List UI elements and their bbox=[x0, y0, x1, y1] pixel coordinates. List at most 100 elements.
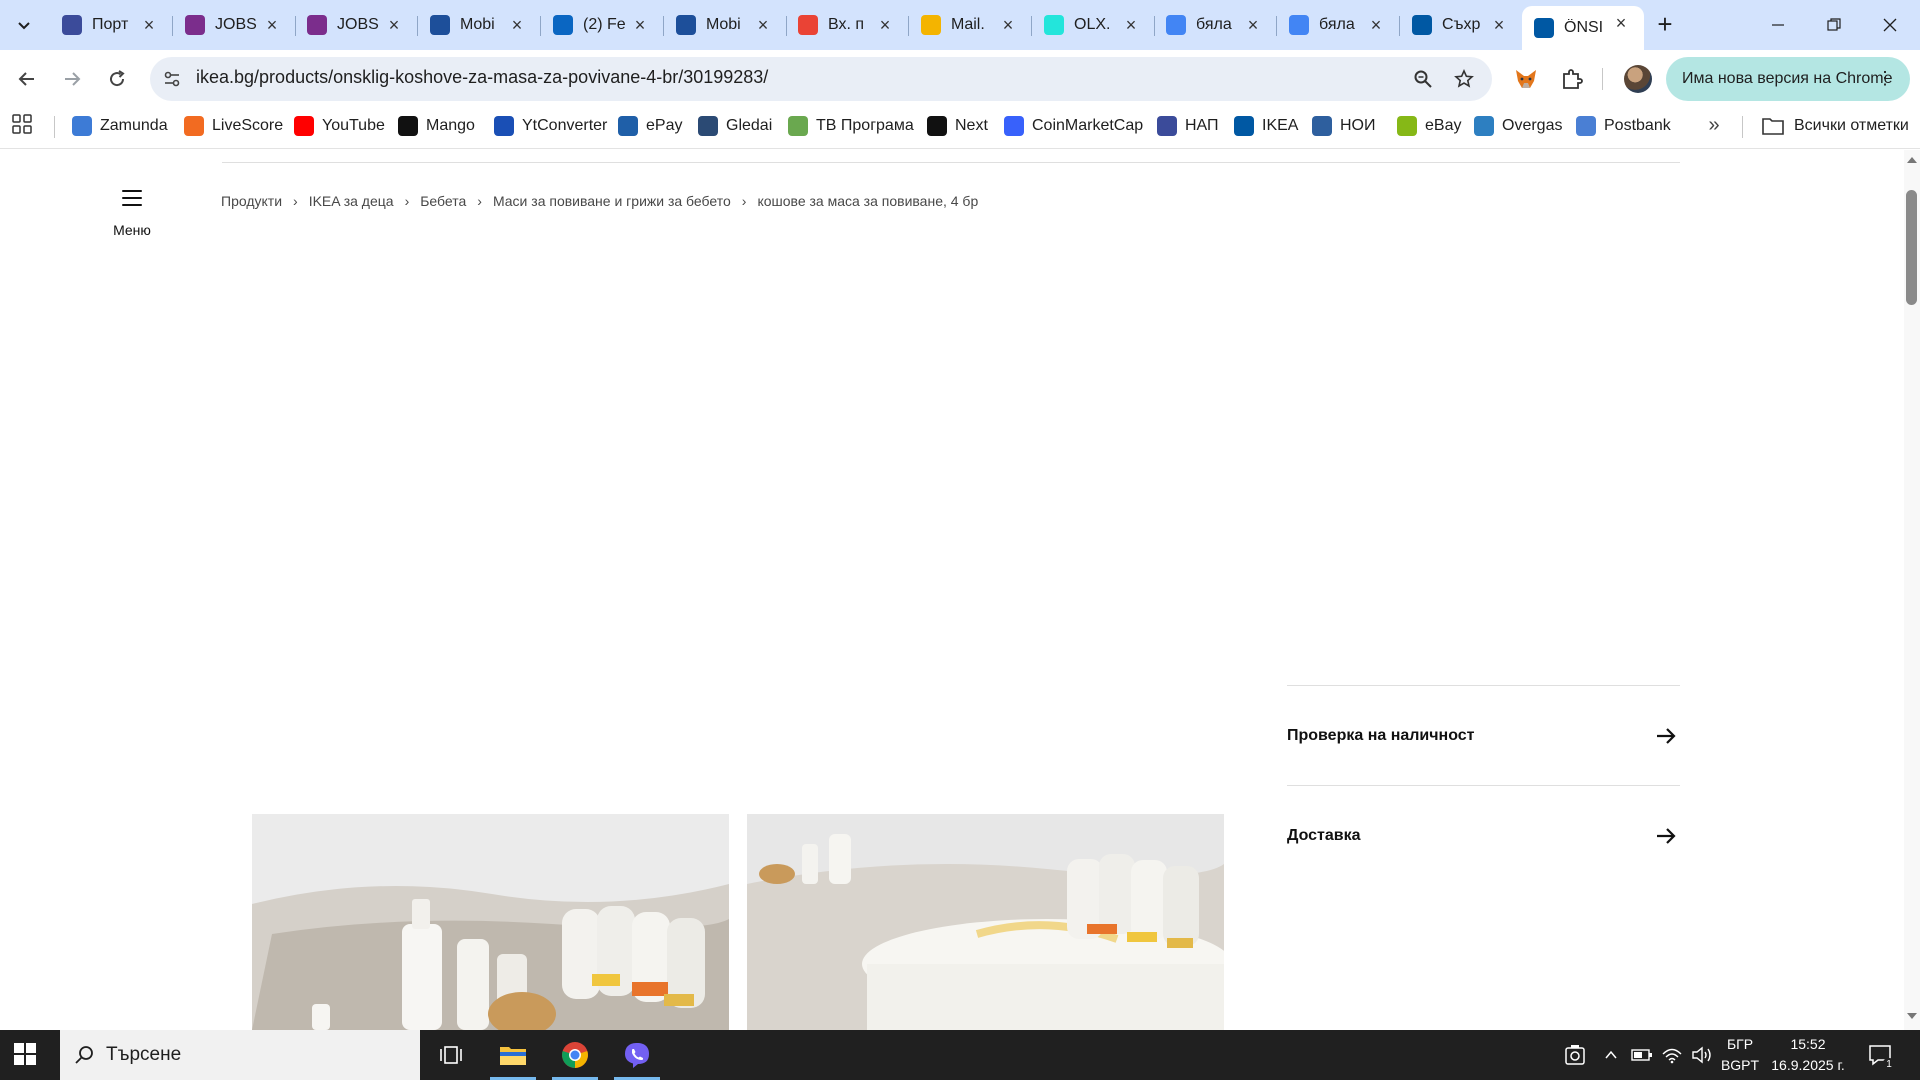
browser-tab[interactable]: OLX. × bbox=[1032, 8, 1155, 42]
close-icon[interactable]: × bbox=[1122, 16, 1140, 34]
bookmark-postbank[interactable]: Postbank bbox=[1576, 114, 1671, 138]
browser-tab[interactable]: Порт × bbox=[50, 8, 173, 42]
url-text[interactable]: ikea.bg/products/onsklig-koshove-za-masa… bbox=[196, 67, 768, 88]
close-icon[interactable]: × bbox=[999, 16, 1017, 34]
network-tray-icon[interactable] bbox=[1660, 1043, 1684, 1067]
browser-tab[interactable]: Mobi × bbox=[418, 8, 541, 42]
browser-tab[interactable]: JOBS. × bbox=[173, 8, 296, 42]
viber-taskbar-button[interactable] bbox=[610, 1030, 664, 1080]
taskbar-search-box[interactable]: Търсене bbox=[60, 1030, 420, 1080]
keyboard-layout[interactable]: BGPT bbox=[1718, 1057, 1762, 1073]
scroll-up-arrow[interactable] bbox=[1904, 152, 1920, 166]
close-icon[interactable]: × bbox=[1612, 14, 1630, 32]
start-button[interactable] bbox=[14, 1043, 38, 1067]
close-icon[interactable]: × bbox=[140, 16, 158, 34]
bookmark-youtube[interactable]: YouTube bbox=[294, 114, 385, 138]
input-language[interactable]: БГР bbox=[1718, 1036, 1762, 1052]
bookmark-ebay[interactable]: eBay bbox=[1397, 114, 1461, 138]
breadcrumb-changing-tables[interactable]: Маси за повиване и грижи за бебето bbox=[493, 193, 731, 209]
zamunda-icon bbox=[72, 116, 92, 136]
bookmark-nap[interactable]: НАП bbox=[1157, 114, 1219, 138]
more-bookmarks-button[interactable]: » bbox=[1702, 114, 1726, 138]
ytconverter-icon bbox=[494, 116, 514, 136]
browser-tab[interactable]: Съхр × bbox=[1400, 8, 1522, 42]
forward-button[interactable] bbox=[55, 62, 89, 96]
chrome-update-button[interactable]: Има нова версия на Chrome ⋮ bbox=[1666, 57, 1910, 101]
tray-app-icon[interactable] bbox=[1563, 1043, 1587, 1067]
close-icon[interactable]: × bbox=[631, 16, 649, 34]
bookmark-zamunda[interactable]: Zamunda bbox=[72, 114, 168, 138]
tab-title: Mobi bbox=[706, 16, 741, 33]
bookmark-coinmarketcap[interactable]: CoinMarketCap bbox=[1004, 114, 1143, 138]
task-view-button[interactable] bbox=[424, 1030, 478, 1080]
linkedin-icon bbox=[553, 15, 573, 35]
close-icon[interactable]: × bbox=[1244, 16, 1262, 34]
clock-time[interactable]: 15:52 bbox=[1768, 1036, 1848, 1052]
bookmark-livescore[interactable]: LiveScore bbox=[184, 114, 283, 138]
delivery-label: Доставка bbox=[1287, 826, 1361, 844]
browser-tab[interactable]: JOBS. × bbox=[295, 8, 418, 42]
volume-tray-icon[interactable] bbox=[1690, 1043, 1714, 1067]
browser-tab[interactable]: Mobi × bbox=[664, 8, 787, 42]
browser-tab[interactable]: Mail. × bbox=[909, 8, 1032, 42]
close-icon[interactable]: × bbox=[1490, 16, 1508, 34]
product-image-1[interactable] bbox=[252, 814, 729, 1030]
back-button[interactable] bbox=[10, 62, 44, 96]
bookmark-overgas[interactable]: Overgas bbox=[1474, 114, 1562, 138]
product-image-2[interactable] bbox=[747, 814, 1224, 1030]
close-icon[interactable]: × bbox=[1367, 16, 1385, 34]
browser-tab[interactable]: Вх. п × bbox=[786, 8, 909, 42]
bookmark-mango[interactable]: Mango bbox=[398, 114, 475, 138]
browser-tab[interactable]: (2) Fe × bbox=[541, 8, 664, 42]
bookmark-ytconverter[interactable]: YtConverter bbox=[494, 114, 607, 138]
close-icon[interactable]: × bbox=[263, 16, 281, 34]
bookmark-epay[interactable]: ePay bbox=[618, 114, 682, 138]
bookmark-label: НОИ bbox=[1340, 117, 1376, 134]
delivery-link[interactable]: Доставка bbox=[1287, 785, 1680, 885]
browser-tab[interactable]: бяла × bbox=[1154, 8, 1277, 42]
restore-button[interactable] bbox=[1814, 10, 1854, 40]
bookmark-noi[interactable]: НОИ bbox=[1312, 114, 1376, 138]
reload-button[interactable] bbox=[100, 62, 134, 96]
menu-button[interactable]: Меню bbox=[110, 190, 154, 260]
profile-avatar[interactable] bbox=[1624, 65, 1652, 93]
show-hidden-icons-button[interactable] bbox=[1599, 1043, 1623, 1067]
all-bookmarks-button[interactable]: Всички отметки bbox=[1762, 114, 1909, 138]
chrome-taskbar-button[interactable] bbox=[548, 1030, 602, 1080]
breadcrumb-ikea-kids[interactable]: IKEA за деца bbox=[309, 193, 394, 209]
close-icon[interactable]: × bbox=[754, 16, 772, 34]
minimize-button[interactable] bbox=[1758, 10, 1798, 40]
metamask-extension-button[interactable] bbox=[1510, 63, 1542, 95]
bookmark-ikea[interactable]: IKEA bbox=[1234, 114, 1298, 138]
noi-icon bbox=[1312, 116, 1332, 136]
clock-date[interactable]: 16.9.2025 г. bbox=[1768, 1057, 1848, 1073]
bookmark-tv[interactable]: Gledai bbox=[698, 114, 772, 138]
file-explorer-button[interactable] bbox=[486, 1030, 540, 1080]
breadcrumb-babies[interactable]: Бебета bbox=[420, 193, 466, 209]
more-vert-icon[interactable]: ⋮ bbox=[1876, 68, 1894, 88]
breadcrumb-products[interactable]: Продукти bbox=[221, 193, 282, 209]
new-tab-button[interactable]: + bbox=[1650, 10, 1680, 40]
apps-button[interactable] bbox=[12, 114, 36, 138]
scroll-down-arrow[interactable] bbox=[1904, 1010, 1920, 1024]
bookmark-star-button[interactable] bbox=[1450, 65, 1478, 93]
jobs-icon bbox=[307, 15, 327, 35]
tab-search-button[interactable] bbox=[9, 10, 39, 40]
zoom-button[interactable] bbox=[1409, 65, 1437, 93]
close-icon[interactable]: × bbox=[876, 16, 894, 34]
ikea-icon bbox=[1534, 18, 1554, 38]
close-window-button[interactable] bbox=[1870, 10, 1910, 40]
close-icon[interactable]: × bbox=[385, 16, 403, 34]
close-icon[interactable]: × bbox=[508, 16, 526, 34]
browser-tab[interactable]: бяла × bbox=[1277, 8, 1400, 42]
scrollbar-thumb[interactable] bbox=[1906, 190, 1917, 305]
browser-tab[interactable]: ÖNSI × bbox=[1522, 6, 1644, 50]
site-info-button[interactable] bbox=[158, 65, 186, 93]
bookmark-tv-program[interactable]: ТВ Програма bbox=[788, 114, 914, 138]
tv-icon bbox=[698, 116, 718, 136]
battery-tray-icon[interactable] bbox=[1630, 1043, 1654, 1067]
breadcrumb-chevron-icon: › bbox=[404, 193, 410, 209]
extensions-button[interactable] bbox=[1556, 63, 1588, 95]
bookmark-next[interactable]: Next bbox=[927, 114, 988, 138]
check-availability-link[interactable]: Проверка на наличност bbox=[1287, 685, 1680, 785]
